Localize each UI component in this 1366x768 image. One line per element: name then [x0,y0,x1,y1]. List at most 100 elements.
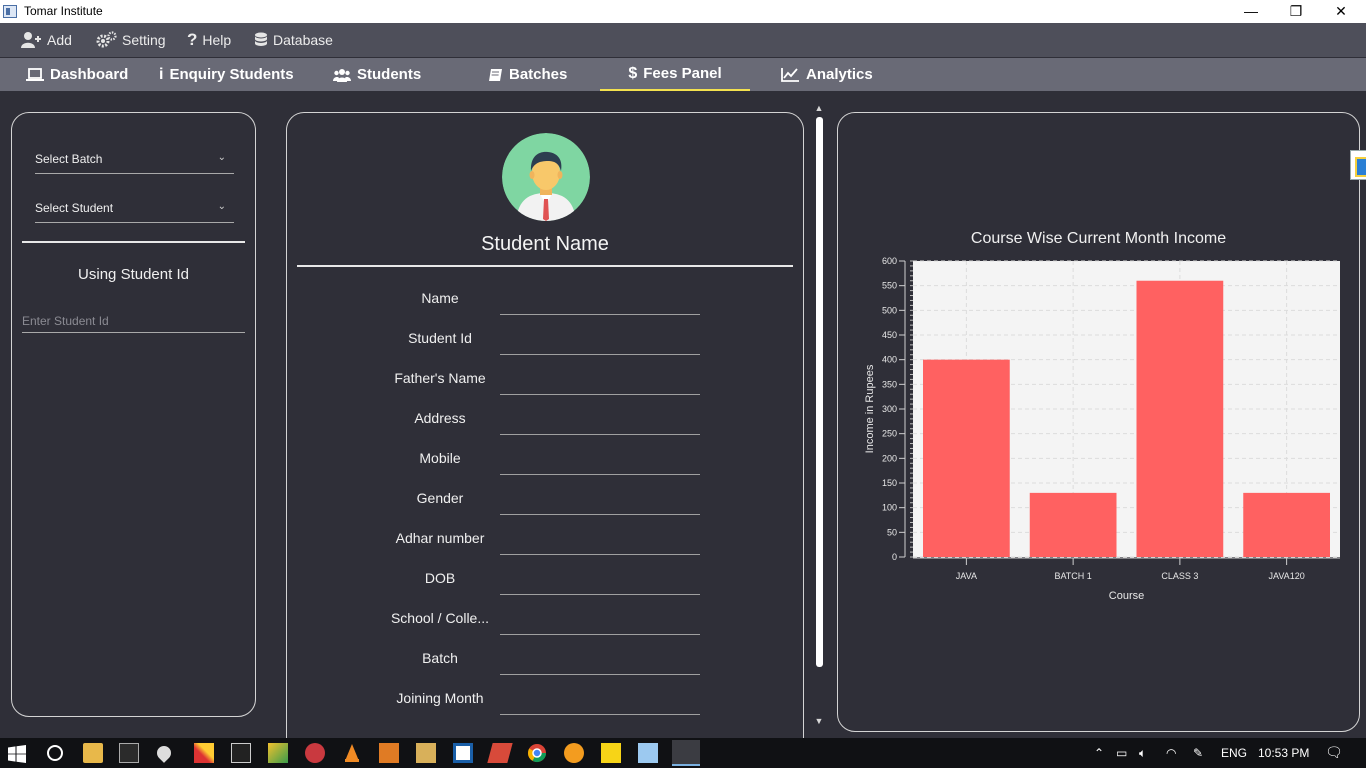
field-joining-month: Joining Month [287,684,803,724]
field-address: Address [287,404,803,444]
x-tick-label: CLASS 3 [1161,571,1198,581]
tab-enquiry-students-label: Enquiry Students [169,66,294,83]
close-button[interactable]: ✕ [1318,0,1364,23]
cmd-icon[interactable] [231,743,251,763]
scrollbar-thumb[interactable] [816,117,823,667]
y-tick-label: 150 [882,478,897,488]
menu-setting-label: Setting [122,32,166,48]
menu-bar: Add Setting ? Help Database [0,23,1366,57]
chevron-down-icon: ⌄ [217,152,226,163]
field-value [500,474,700,475]
app-icon[interactable] [487,743,513,763]
maps-icon[interactable] [154,743,174,763]
search-icon[interactable] [45,743,65,763]
tab-enquiry-students[interactable]: i Enquiry Students [159,58,294,91]
field-value [500,594,700,595]
side-floating-widget[interactable] [1350,150,1366,180]
using-student-id-title: Using Student Id [78,266,189,283]
windows-taskbar: ⌃ ▭ 🔈︎ ◠ ✎ ENG 10:53 PM 🗨︎ [0,738,1366,768]
clock[interactable]: 10:53 PM [1258,746,1309,760]
field-value [500,714,700,715]
select-batch-label: Select Batch [35,152,103,166]
notifications-icon[interactable]: 🗨︎ [1325,744,1343,761]
window-titlebar: Tomar Institute — ❐ ✕ [0,0,1366,23]
app-icon[interactable] [564,743,584,763]
volume-icon[interactable]: 🔈︎ [1139,746,1146,761]
app-icon [3,5,17,18]
y-tick-label: 250 [882,429,897,439]
income-bar-chart: 0 50 100 150 200 250 300 350 400 450 500 550 600 JAVA… [864,256,1340,602]
windows-start-icon[interactable] [8,745,26,763]
select-batch-dropdown[interactable]: Select Batch ⌄ [35,144,234,174]
scroll-up-arrow[interactable]: ▲ [812,103,826,113]
gears-icon [96,31,117,48]
tab-analytics[interactable]: Analytics [781,58,873,91]
minimize-button[interactable]: — [1228,0,1274,23]
menu-database[interactable]: Database [254,29,333,51]
y-tick-label: 300 [882,404,897,414]
x-tick-label: JAVA [956,571,977,581]
dollar-icon: $ [628,64,638,82]
app-icon[interactable] [638,743,658,763]
tab-batches-label: Batches [509,66,568,83]
pen-icon[interactable]: ✎ [1193,746,1203,760]
battery-icon[interactable]: ▭ [1116,746,1127,760]
vlc-icon[interactable] [342,743,362,763]
field-value [500,354,700,355]
tab-bar: Dashboard i Enquiry Students Students Ba… [0,58,1366,91]
income-chart-panel: Course Wise Current Month Income 0 50 100 1… [837,112,1360,732]
tab-batches[interactable]: Batches [488,58,567,91]
field-batch: Batch [287,644,803,684]
app-icon[interactable] [268,743,288,763]
info-icon: i [159,65,164,83]
java-app-icon[interactable] [672,740,700,766]
menu-setting[interactable]: Setting [95,29,166,51]
field-name: Name [287,284,803,324]
tab-fees-panel[interactable]: $ Fees Panel [600,58,750,91]
y-tick-label: 100 [882,503,897,513]
select-student-dropdown[interactable]: Select Student ⌄ [35,193,234,223]
window-title: Tomar Institute [24,4,103,18]
tab-students[interactable]: Students [333,58,421,91]
field-school-college: School / Colle... [287,604,803,644]
tab-analytics-label: Analytics [806,66,873,83]
app-icon[interactable] [453,743,473,763]
app-icon[interactable] [305,743,325,763]
app-icon[interactable] [416,743,436,763]
field-value [500,674,700,675]
chrome-icon[interactable] [527,743,547,763]
x-axis-label: Course [1109,590,1144,602]
terminal-icon[interactable] [119,743,139,763]
field-label: Father's Name [394,370,486,386]
app-icon[interactable] [194,743,214,763]
users-icon [333,68,351,82]
field-label: Adhar number [395,530,485,546]
tab-students-label: Students [357,66,422,83]
student-avatar [502,133,590,221]
wifi-icon[interactable]: ◠ [1166,746,1176,760]
restore-button[interactable]: ❐ [1273,0,1319,23]
sublime-icon[interactable] [379,743,399,763]
tab-dashboard[interactable]: Dashboard [26,58,128,91]
bar-java120 [1243,492,1330,557]
menu-database-label: Database [273,32,333,48]
field-mobile: Mobile [287,444,803,484]
menu-add[interactable]: Add [20,29,72,51]
menu-help[interactable]: ? Help [187,29,231,51]
y-tick-label: 600 [882,256,897,266]
sticky-notes-icon[interactable] [601,743,621,763]
language-indicator[interactable]: ENG [1221,746,1247,760]
tray-chevron-up-icon[interactable]: ⌃ [1094,746,1104,760]
file-explorer-icon[interactable] [83,743,103,763]
divider [22,241,245,243]
field-gender: Gender [287,484,803,524]
scroll-down-arrow[interactable]: ▼ [812,716,826,726]
field-value [500,314,700,315]
student-id-input[interactable] [22,309,245,333]
student-name-heading: Student Name [481,233,609,255]
line-chart-icon [781,68,799,82]
field-value [500,554,700,555]
x-tick-label: JAVA120 [1269,571,1305,581]
bar-batch-1 [1029,492,1117,557]
y-tick-label: 400 [882,355,897,365]
